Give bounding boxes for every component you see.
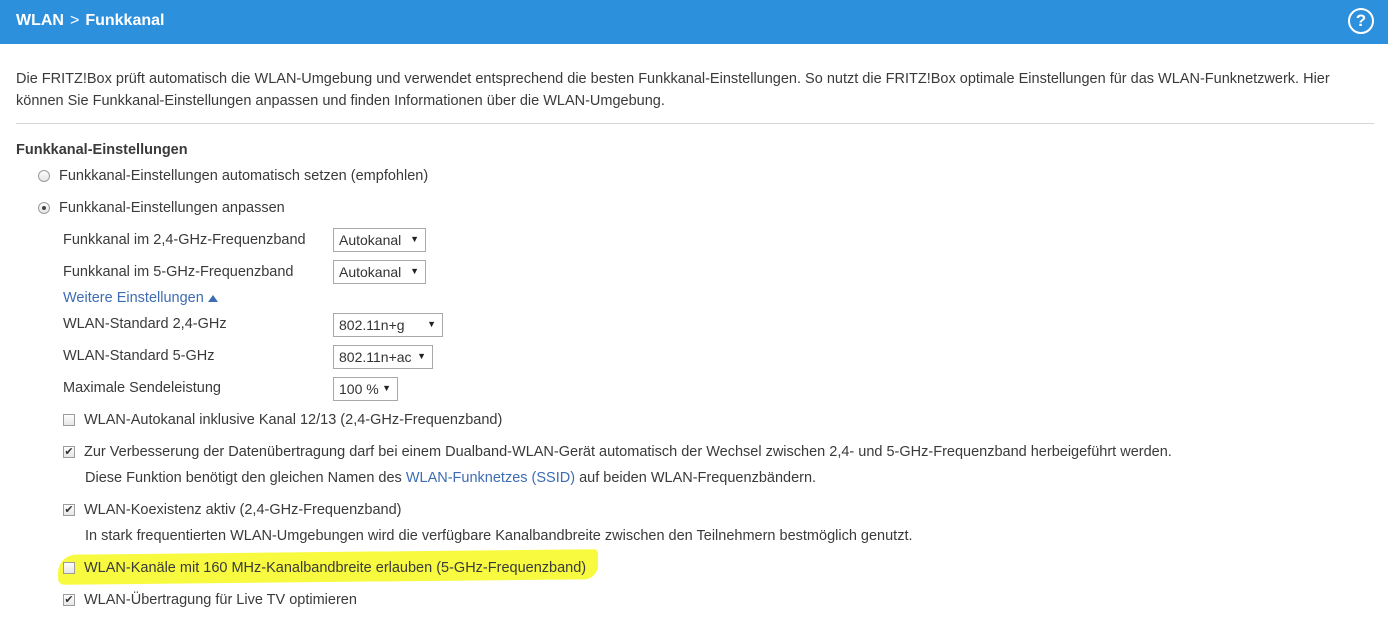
breadcrumb-funkkanal: Funkkanal (85, 12, 165, 29)
checkbox-autokanal1213[interactable] (63, 414, 75, 426)
channel5-select[interactable]: Autokanal ▼ (333, 260, 426, 284)
standard24-select[interactable]: 802.11n+g ▼ (333, 313, 443, 337)
checkbox-coexistence-label: WLAN-Koexistenz aktiv (2,4-GHz-Frequenzb… (84, 502, 402, 518)
dropdown-arrow-icon: ▼ (410, 234, 419, 244)
more-settings-label[interactable]: Weitere Einstellungen (63, 290, 204, 306)
breadcrumb-wlan[interactable]: WLAN (16, 12, 64, 30)
channel24-select[interactable]: Autokanal ▼ (333, 228, 426, 252)
standard24-label: WLAN-Standard 2,4-GHz (63, 316, 227, 332)
checkbox-autokanal-row[interactable]: WLAN-Autokanal inklusive Kanal 12/13 (2,… (63, 412, 502, 428)
radio-auto[interactable] (38, 170, 50, 182)
intro-text: Die FRITZ!Box prüft automatisch die WLAN… (16, 71, 1330, 109)
standard5-select[interactable]: 802.11n+ac ▼ (333, 345, 433, 369)
radio-custom-row[interactable]: Funkkanal-Einstellungen anpassen (38, 200, 285, 216)
channel24-label: Funkkanal im 2,4-GHz-Frequenzband (63, 232, 306, 248)
breadcrumb-separator-icon: > (69, 12, 80, 29)
checkbox-autokanal1213-label: WLAN-Autokanal inklusive Kanal 12/13 (2,… (84, 412, 503, 428)
channel5-value: Autokanal (339, 264, 402, 280)
breadcrumb: WLAN > Funkkanal (16, 12, 164, 30)
checkbox-160mhz-label: WLAN-Kanäle mit 160 MHz-Kanalbandbreite … (84, 560, 587, 576)
divider (16, 123, 1374, 124)
checkbox-bandsteering-row[interactable]: ✔ Zur Verbesserung der Datenübertragung … (63, 444, 1172, 460)
standard5-label: WLAN-Standard 5-GHz (63, 348, 215, 364)
dropdown-arrow-icon: ▼ (382, 383, 391, 393)
standard5-value: 802.11n+ac (339, 349, 412, 365)
checkbox-bandsteering-label: Zur Verbesserung der Datenübertragung da… (84, 444, 1172, 460)
standard24-value: 802.11n+g (339, 317, 405, 333)
coexistence-note: In stark frequentierten WLAN-Umgebungen … (85, 528, 913, 544)
ssid-link[interactable]: WLAN-Funknetzes (SSID) (406, 470, 575, 486)
checkbox-160mhz[interactable] (63, 562, 75, 574)
checkbox-livetv[interactable]: ✔ (63, 594, 75, 606)
radio-custom[interactable] (38, 202, 50, 214)
bandsteering-note-text: Diese Funktion benötigt den gleichen Nam… (85, 470, 402, 486)
checkbox-coexistence[interactable]: ✔ (63, 504, 75, 516)
dropdown-arrow-icon: ▼ (417, 351, 426, 361)
bandsteering-note-tail: auf beiden WLAN-Frequenzbändern. (579, 470, 817, 486)
channel24-value: Autokanal (339, 232, 402, 248)
more-settings-link[interactable]: Weitere Einstellungen (63, 290, 218, 306)
dropdown-arrow-icon: ▼ (410, 266, 419, 276)
checkbox-160mhz-row[interactable]: WLAN-Kanäle mit 160 MHz-Kanalbandbreite … (63, 560, 586, 576)
checkbox-livetv-label: WLAN-Übertragung für Live TV optimieren (84, 592, 357, 608)
power-value: 100 % (339, 381, 379, 397)
checkbox-bandsteering[interactable]: ✔ (63, 446, 75, 458)
channel5-label: Funkkanal im 5-GHz-Frequenzband (63, 264, 294, 280)
power-label: Maximale Sendeleistung (63, 380, 221, 396)
collapse-triangle-icon[interactable] (207, 294, 218, 302)
section-title: Funkkanal-Einstellungen (16, 142, 188, 158)
radio-custom-label: Funkkanal-Einstellungen anpassen (59, 200, 285, 216)
checkbox-livetv-row[interactable]: ✔ WLAN-Übertragung für Live TV optimiere… (63, 592, 357, 608)
dropdown-arrow-icon: ▼ (427, 319, 436, 329)
bandsteering-note: Diese Funktion benötigt den gleichen Nam… (85, 470, 816, 486)
radio-auto-row[interactable]: Funkkanal-Einstellungen automatisch setz… (38, 168, 428, 184)
page-header: WLAN > Funkkanal ? (0, 0, 1388, 44)
power-select[interactable]: 100 % ▼ (333, 377, 398, 401)
checkbox-coexistence-row[interactable]: ✔ WLAN-Koexistenz aktiv (2,4-GHz-Frequen… (63, 502, 402, 518)
radio-auto-label: Funkkanal-Einstellungen automatisch setz… (59, 168, 429, 184)
help-icon[interactable]: ? (1348, 8, 1374, 34)
